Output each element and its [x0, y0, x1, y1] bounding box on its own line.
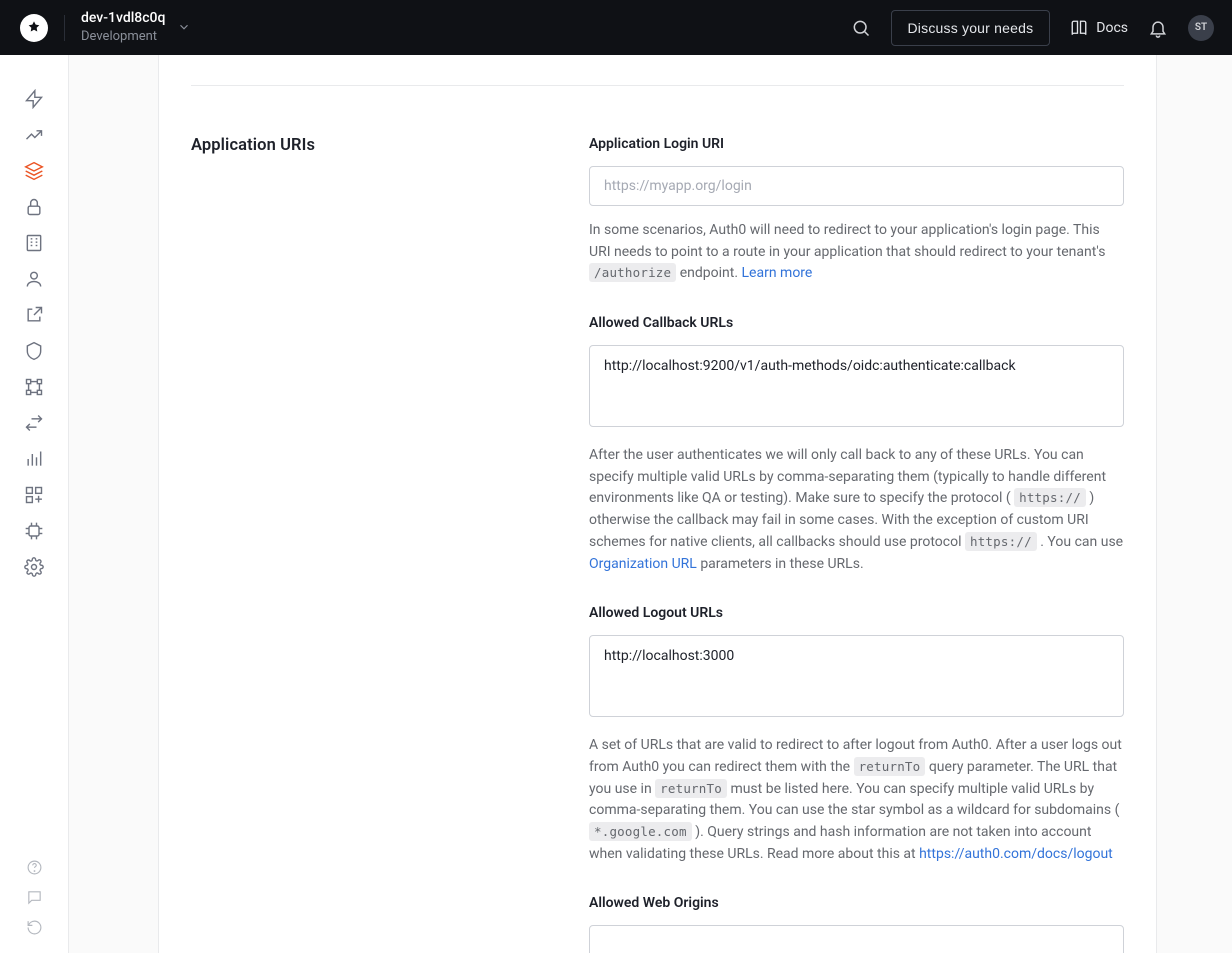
docs-link[interactable]: Docs: [1070, 19, 1128, 37]
top-header: dev-1vdl8c0q Development Discuss your ne…: [0, 0, 1232, 55]
search-icon[interactable]: [851, 18, 871, 38]
login-uri-input[interactable]: [589, 166, 1124, 206]
code-authorize: /authorize: [589, 263, 676, 282]
login-uri-help: In some scenarios, Auth0 will need to re…: [589, 220, 1124, 285]
callback-group: Allowed Callback URLs After the user aut…: [589, 315, 1124, 575]
feedback-icon[interactable]: [16, 887, 52, 907]
logout-help: A set of URLs that are valid to redirect…: [589, 735, 1124, 865]
nav-user-management[interactable]: [16, 269, 52, 289]
callback-textarea[interactable]: [589, 345, 1124, 427]
organization-url-link[interactable]: Organization URL: [589, 556, 697, 572]
code-returnto-2: returnTo: [655, 779, 727, 798]
tenant-switcher[interactable]: dev-1vdl8c0q Development: [81, 10, 191, 44]
nav-getting-started[interactable]: [16, 89, 52, 109]
nav-applications[interactable]: [16, 161, 52, 181]
nav-organizations[interactable]: [16, 233, 52, 253]
callback-help: After the user authenticates we will onl…: [589, 445, 1124, 575]
logout-textarea[interactable]: [589, 635, 1124, 717]
callback-label: Allowed Callback URLs: [589, 315, 1124, 331]
avatar[interactable]: ST: [1188, 15, 1214, 41]
origins-label: Allowed Web Origins: [589, 895, 1124, 911]
help-icon[interactable]: [16, 857, 52, 877]
sidebar: [0, 55, 69, 953]
chevron-down-icon: [177, 20, 191, 34]
logout-label: Allowed Logout URLs: [589, 605, 1124, 621]
nav-authentication[interactable]: [16, 197, 52, 217]
nav-marketplace[interactable]: [16, 485, 52, 505]
login-uri-label: Application Login URI: [589, 136, 1124, 152]
code-wildcard: *.google.com: [589, 822, 692, 841]
nav-branding[interactable]: [16, 305, 52, 325]
code-https-2: https://: [965, 532, 1037, 551]
origins-textarea[interactable]: [589, 925, 1124, 953]
section-title: Application URIs: [191, 136, 549, 953]
nav-activity[interactable]: [16, 125, 52, 145]
code-https-1: https://: [1014, 488, 1086, 507]
login-uri-group: Application Login URI In some scenarios,…: [589, 136, 1124, 285]
learn-more-link[interactable]: Learn more: [742, 265, 813, 281]
book-icon: [1070, 19, 1088, 37]
tenant-env: Development: [81, 29, 165, 45]
main-area: Application URIs Application Login URI I…: [69, 55, 1232, 953]
logout-group: Allowed Logout URLs A set of URLs that a…: [589, 605, 1124, 865]
divider: [191, 85, 1124, 86]
logout-docs-link[interactable]: https://auth0.com/docs/logout: [919, 846, 1113, 862]
content-card: Application URIs Application Login URI I…: [158, 55, 1157, 953]
nav-actions[interactable]: [16, 377, 52, 397]
history-icon[interactable]: [16, 917, 52, 937]
nav-extensions[interactable]: [16, 521, 52, 541]
nav-settings[interactable]: [16, 557, 52, 577]
tenant-name: dev-1vdl8c0q: [81, 10, 165, 27]
discuss-button[interactable]: Discuss your needs: [891, 10, 1051, 46]
logo-icon[interactable]: [20, 14, 48, 42]
nav-auth-pipeline[interactable]: [16, 413, 52, 433]
docs-label: Docs: [1096, 20, 1128, 36]
divider: [64, 15, 65, 41]
code-returnto-1: returnTo: [854, 757, 926, 776]
notifications-icon[interactable]: [1148, 18, 1168, 38]
origins-group: Allowed Web Origins: [589, 895, 1124, 953]
nav-security[interactable]: [16, 341, 52, 361]
nav-monitoring[interactable]: [16, 449, 52, 469]
